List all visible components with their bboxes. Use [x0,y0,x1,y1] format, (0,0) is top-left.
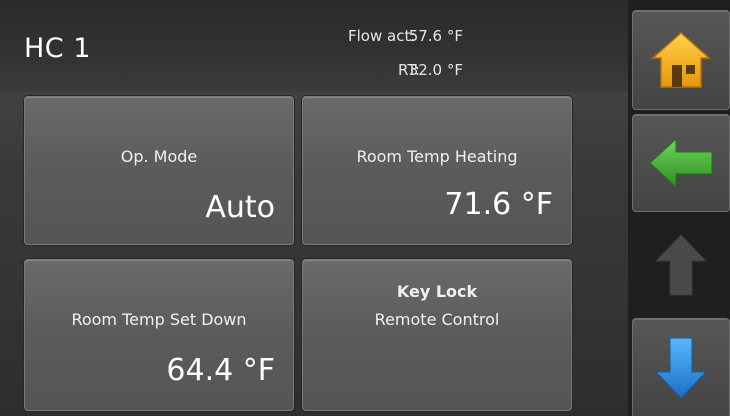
flow-actual-value: 57.6 °F [408,27,463,45]
room-temp-heating-tile[interactable]: Room Temp Heating 71.6 °F [302,96,572,245]
flow-actual-label: Flow act: [348,27,416,45]
thermostat-screen: HC 1 Flow act: 57.6 °F RT: 32.0 °F Op. M… [0,0,730,416]
arrow-up-icon [654,234,708,296]
room-temp-heating-value: 71.6 °F [444,187,553,222]
arrow-left-icon [649,137,713,189]
key-lock-tile[interactable]: Key Lock Remote Control [302,259,572,411]
scroll-down-button[interactable] [632,318,730,416]
room-temp-set-down-value: 64.4 °F [166,353,275,388]
home-icon [651,31,711,88]
room-temp-set-down-label: Room Temp Set Down [71,310,247,329]
room-temp-heating-label: Room Temp Heating [356,147,518,166]
key-lock-subtitle: Remote Control [374,310,500,329]
home-button[interactable] [632,10,730,110]
room-temp-set-down-tile[interactable]: Room Temp Set Down 64.4 °F [24,259,294,411]
back-button[interactable] [632,114,730,212]
scroll-up-button[interactable] [632,214,730,316]
op-mode-tile[interactable]: Op. Mode Auto [24,96,294,245]
op-mode-label: Op. Mode [120,147,198,166]
arrow-down-icon [654,337,708,399]
op-mode-value: Auto [205,190,275,225]
nav-sidebar [628,0,730,416]
page-title: HC 1 [24,33,91,64]
room-temp-value: 32.0 °F [408,61,463,79]
header-bar: HC 1 Flow act: 57.6 °F RT: 32.0 °F [0,0,628,92]
key-lock-title: Key Lock [396,282,478,301]
